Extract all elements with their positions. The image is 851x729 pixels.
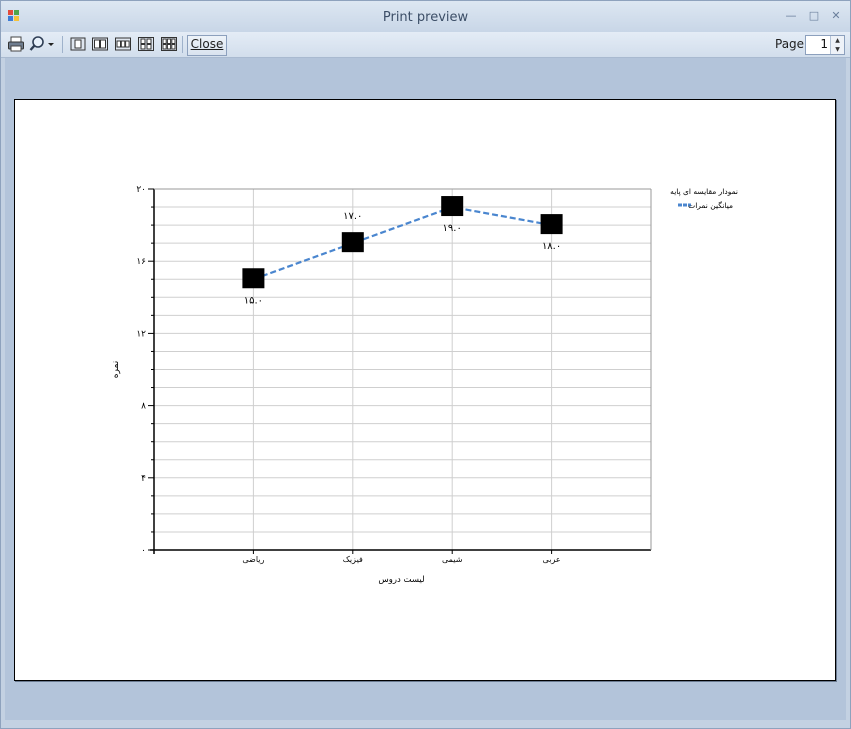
toolbar: Close [1,32,850,58]
one-page-icon[interactable] [69,35,87,54]
x-tick-label: ریاضی [242,555,264,564]
y-tick-label: ۲۰ [136,185,146,195]
print-preview-window: Print preview — □ ✕ Close Page 1 ▲ ▼ ۰ ۴… [0,0,851,729]
y-tick-label: ۰ [141,546,146,556]
title-bar: Print preview — □ ✕ [1,1,850,32]
legend-entry: میانگین نمرات [688,201,733,210]
y-tick-label: ۸ [141,402,146,412]
data-label: ۱۸.۰ [542,241,561,252]
toolbar-separator [62,36,63,53]
x-tick-label: فیزیک [343,555,363,564]
three-pages-icon[interactable] [114,35,132,54]
line-chart: ۰ ۴ ۸ ۱۲ ۱۶ ۲۰ ریاضی فیزیک شیمی عربی لیست دروس نمره… [111,185,738,585]
page-number-value: 1 [820,37,828,51]
two-pages-icon[interactable] [91,35,109,54]
window-title: Print preview [382,10,469,25]
data-point [341,232,364,253]
y-axis-title: نمره [111,361,121,378]
y-tick-label: ۱۶ [136,257,146,267]
x-axis-title: لیست دروس [378,575,424,585]
close-window-icon[interactable]: ✕ [828,9,844,23]
y-tick-label: ۴ [141,474,146,484]
data-label: ۱۵.۰ [244,295,263,306]
data-label: ۱۹.۰ [443,223,462,234]
six-pages-icon[interactable] [160,35,178,54]
page-number-stepper[interactable]: 1 ▲ ▼ [805,35,845,55]
data-point [242,268,265,289]
legend-title: نمودار مقایسه ای پایه [670,187,738,196]
minimize-icon[interactable]: — [783,9,799,23]
close-button[interactable]: Close [187,35,227,56]
data-point [441,196,464,217]
y-tick-label: ۱۲ [136,329,146,339]
x-tick-label: شیمی [442,555,463,564]
maximize-icon[interactable]: □ [806,9,822,23]
x-tick-label: عربی [543,555,561,564]
data-point [540,214,563,235]
data-label: ۱۷.۰ [343,211,362,222]
stepper-arrows-icon[interactable]: ▲ ▼ [830,36,844,54]
toolbar-separator [182,36,183,53]
page-label: Page [775,37,805,51]
print-icon[interactable] [7,35,25,54]
zoom-icon[interactable] [29,35,55,54]
preview-page: ۰ ۴ ۸ ۱۲ ۱۶ ۲۰ ریاضی فیزیک شیمی عربی لیست دروس نمره… [14,99,836,681]
four-pages-icon[interactable] [137,35,155,54]
